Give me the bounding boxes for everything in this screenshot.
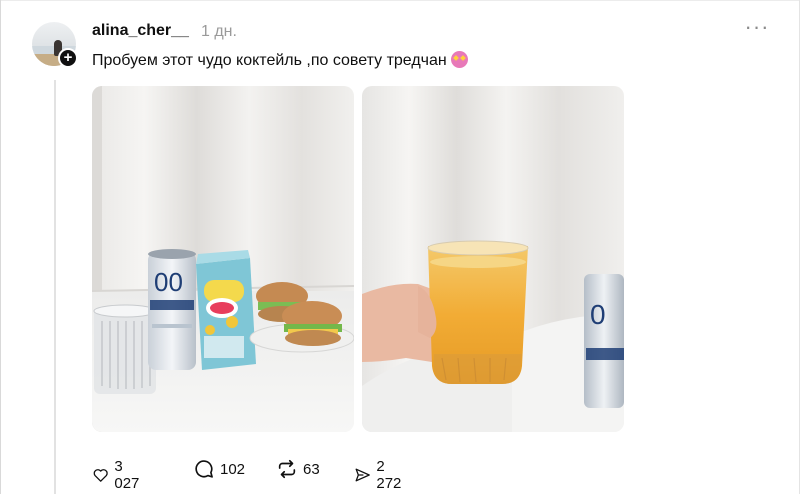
photo-breakfast-table[interactable]: 00 [92, 86, 354, 432]
follow-plus-icon[interactable]: + [58, 48, 78, 68]
repost-icon [278, 459, 296, 479]
more-options-icon[interactable]: ··· [742, 16, 772, 42]
share-count: 2 272 [376, 458, 402, 492]
heart-icon [93, 469, 108, 482]
reply-count: 102 [220, 460, 246, 478]
star-struck-emoji-icon [450, 51, 468, 68]
like-button[interactable]: 3 027 [92, 458, 144, 492]
card-left-border [0, 0, 1, 494]
repost-count: 63 [303, 460, 320, 478]
reply-button[interactable]: 102 [193, 458, 245, 480]
can-label-text-2: 0 [590, 299, 606, 330]
can-label-text: 00 [154, 267, 183, 297]
post-timestamp[interactable]: 1 дн. [201, 23, 237, 41]
avatar[interactable]: + [32, 22, 78, 68]
thread-line [54, 80, 56, 494]
post-text: Пробуем этот чудо коктейль ,по совету тр… [92, 51, 468, 70]
post-text-content: Пробуем этот чудо коктейль ,по совету тр… [92, 52, 447, 69]
hand-holding-juice-image: 0 [362, 86, 624, 432]
photo-hand-holding-juice[interactable]: 0 [362, 86, 624, 432]
card-top-border [0, 0, 800, 1]
share-button[interactable]: 2 272 [354, 458, 406, 492]
send-icon [355, 468, 370, 482]
like-count: 3 027 [114, 458, 140, 492]
breakfast-table-image: 00 [92, 86, 354, 432]
comment-bubble-icon [195, 460, 213, 478]
username-link[interactable]: alina_cher__ [92, 22, 189, 40]
repost-button[interactable]: 63 [276, 458, 320, 480]
